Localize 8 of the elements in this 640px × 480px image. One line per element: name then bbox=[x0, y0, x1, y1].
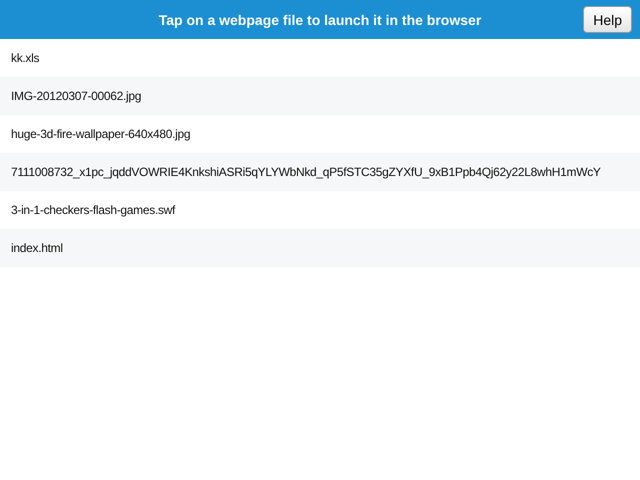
header-title: Tap on a webpage file to launch it in the browser bbox=[158, 12, 482, 28]
file-item[interactable]: 3-in-1-checkers-flash-games.swf bbox=[0, 191, 640, 229]
help-button[interactable]: Help bbox=[583, 6, 632, 33]
file-item[interactable]: kk.xls bbox=[0, 39, 640, 77]
file-item[interactable]: index.html bbox=[0, 229, 640, 267]
file-item[interactable]: huge-3d-fire-wallpaper-640x480.jpg bbox=[0, 115, 640, 153]
file-item[interactable]: 7111008732_x1pc_jqddVOWRIE4KnkshiASRi5qYLYWbNkd_qP5fSTC35gZYXfU_9xB1Ppb4Qj62y22L8whH1mWcY bbox=[0, 153, 640, 191]
file-item[interactable]: IMG-20120307-00062.jpg bbox=[0, 77, 640, 115]
